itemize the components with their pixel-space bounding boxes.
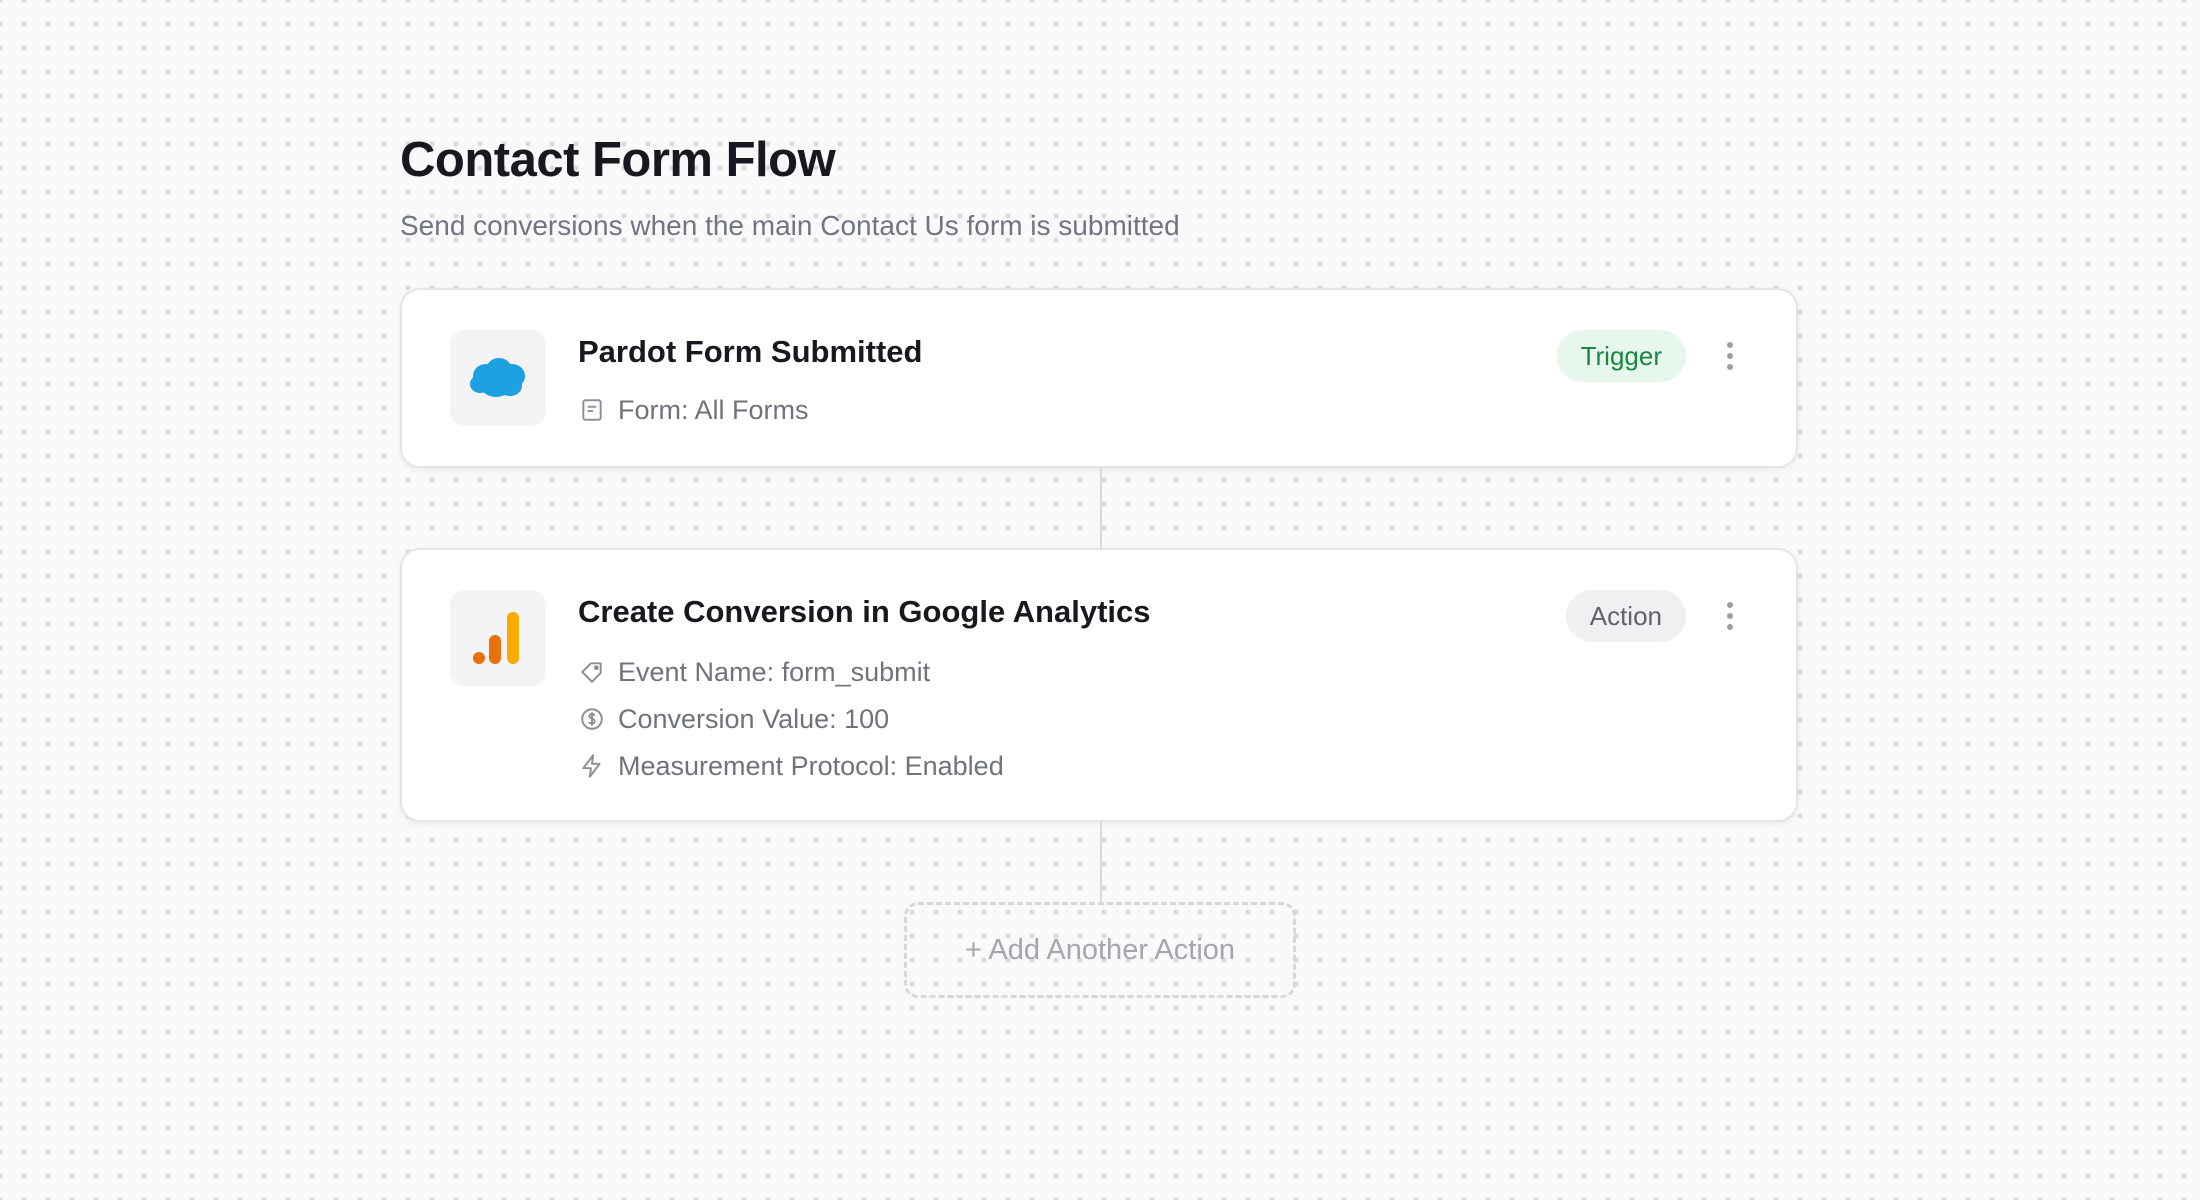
- dot-icon: [1727, 342, 1733, 348]
- dot-icon: [1727, 364, 1733, 370]
- dot-icon: [1727, 602, 1733, 608]
- action-detail-text: Event Name: form_submit: [618, 657, 931, 687]
- tag-icon: [578, 658, 606, 686]
- action-badge: Action: [1565, 590, 1686, 642]
- trigger-more-options-button[interactable]: [1716, 334, 1744, 378]
- flow-connector-line: [1100, 468, 1102, 548]
- page-header: Contact Form Flow Send conversions when …: [400, 128, 1180, 244]
- action-app-icon-tile: [450, 590, 546, 686]
- action-card[interactable]: Create Conversion in Google Analytics Ev…: [400, 548, 1798, 822]
- action-detail-text: Conversion Value: 100: [618, 704, 890, 734]
- action-title: Create Conversion in Google Analytics: [578, 594, 1151, 629]
- dot-icon: [1727, 624, 1733, 630]
- action-detail-event-name: Event Name: form_submit: [578, 654, 930, 690]
- trigger-badge: Trigger: [1556, 330, 1686, 382]
- flow-connector-line: [1100, 822, 1102, 904]
- trigger-app-icon-tile: [450, 330, 546, 426]
- trigger-detail-form: Form: All Forms: [578, 392, 809, 428]
- form-document-icon: [578, 396, 606, 424]
- trigger-title: Pardot Form Submitted: [578, 334, 923, 369]
- action-detail-measurement-protocol: Measurement Protocol: Enabled: [578, 748, 1004, 784]
- trigger-card[interactable]: Pardot Form Submitted Form: All Forms Tr…: [400, 288, 1798, 468]
- action-more-options-button[interactable]: [1716, 594, 1744, 638]
- google-analytics-icon: [473, 612, 519, 664]
- page-title: Contact Form Flow: [400, 133, 836, 187]
- dollar-circle-icon: [578, 705, 606, 733]
- dot-icon: [1727, 613, 1733, 619]
- add-another-action-button[interactable]: + Add Another Action: [904, 902, 1296, 998]
- salesforce-cloud-icon: [470, 358, 525, 397]
- trigger-detail-text: Form: All Forms: [618, 395, 809, 425]
- lightning-bolt-icon: [578, 752, 606, 780]
- action-detail-conversion-value: Conversion Value: 100: [578, 701, 889, 737]
- dot-icon: [1727, 353, 1733, 359]
- page-subtitle: Send conversions when the main Contact U…: [400, 210, 1180, 241]
- action-detail-text: Measurement Protocol: Enabled: [618, 751, 1004, 781]
